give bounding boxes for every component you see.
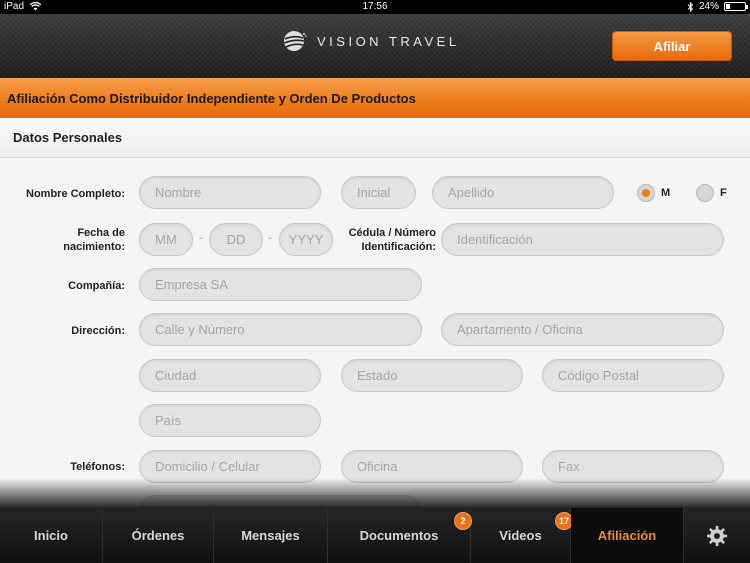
estado-input[interactable]: Estado (341, 359, 523, 392)
tab-inicio[interactable]: Inicio (0, 508, 103, 563)
gender-m-label: M (661, 187, 671, 199)
tab-label: Documentos (359, 528, 439, 543)
fecha-label-line1: Fecha de (77, 227, 125, 239)
tab-label: Afiliación (597, 528, 657, 543)
tab-afiliacion[interactable]: Afiliación (571, 508, 684, 563)
fecha-nacimiento-label: Fecha de nacimiento: (10, 226, 125, 254)
birth-year-input[interactable]: YYYY (279, 223, 333, 256)
afiliar-button[interactable]: Afiliar (612, 31, 732, 61)
pais-input[interactable]: País (139, 404, 321, 437)
cedula-label-line1: Cédula / Número (348, 227, 436, 239)
scroll-fade (0, 478, 750, 510)
compania-label: Compañía: (68, 280, 125, 292)
brand-logo: VISION TRAVEL (283, 29, 460, 53)
cedula-label-line2: Identificación: (361, 241, 436, 253)
tab-ordenes[interactable]: Órdenes (103, 508, 214, 563)
gender-m-radio[interactable] (637, 184, 655, 202)
status-time: 17:56 (362, 1, 388, 12)
birth-day-input[interactable]: DD (209, 223, 263, 256)
status-bar: iPad 17:56 24% (0, 0, 750, 14)
bluetooth-icon (687, 1, 694, 12)
settings-button[interactable] (684, 508, 750, 563)
ciudad-input[interactable]: Ciudad (139, 359, 321, 392)
telefonos-label: Teléfonos: (70, 461, 125, 473)
nombre-label: Nombre Completo: (26, 188, 125, 200)
tab-label: Inicio (34, 528, 68, 543)
notification-badge: 2 (454, 512, 472, 530)
page-title: Afiliación Como Distribuidor Independien… (0, 78, 750, 118)
bottom-tab-bar: Inicio Órdenes Mensajes Documentos 2 Vid… (0, 508, 750, 563)
gender-f-label: F (720, 187, 727, 199)
birth-month-input[interactable]: MM (139, 223, 193, 256)
tab-label: Videos (499, 528, 542, 543)
gear-icon (706, 525, 728, 546)
inicial-input[interactable]: Inicial (341, 176, 416, 209)
tab-videos[interactable]: Videos 17 (471, 508, 573, 563)
codigo-postal-input[interactable]: Código Postal (542, 359, 724, 392)
empresa-input[interactable]: Empresa SA (139, 268, 422, 301)
fecha-label-line2: nacimiento: (63, 241, 125, 253)
section-title-datos-personales: Datos Personales (0, 118, 750, 158)
apartamento-input[interactable]: Apartamento / Oficina (441, 313, 724, 346)
date-separator: - (268, 230, 272, 244)
direccion-label: Dirección: (71, 325, 125, 337)
tab-label: Mensajes (241, 528, 300, 543)
battery-percent: 24% (698, 1, 719, 12)
brand-name: VISION TRAVEL (317, 33, 460, 49)
date-separator: - (199, 230, 203, 244)
nombre-input[interactable]: Nombre (139, 176, 321, 209)
tab-label: Órdenes (131, 528, 185, 543)
calle-input[interactable]: Calle y Número (139, 313, 422, 346)
cedula-label: Cédula / Número Identificación: (340, 226, 436, 254)
tab-documentos[interactable]: Documentos 2 (328, 508, 472, 563)
datos-personales-form: Nombre Completo: Nombre Inicial Apellido… (0, 158, 750, 528)
gender-f-radio[interactable] (696, 184, 714, 202)
app-header: VISION TRAVEL Afiliar (0, 14, 750, 78)
battery-icon (724, 2, 748, 11)
apellido-input[interactable]: Apellido (432, 176, 614, 209)
identificacion-input[interactable]: Identificación (441, 223, 724, 256)
tab-mensajes[interactable]: Mensajes (214, 508, 328, 563)
globe-logo-icon (284, 31, 307, 51)
